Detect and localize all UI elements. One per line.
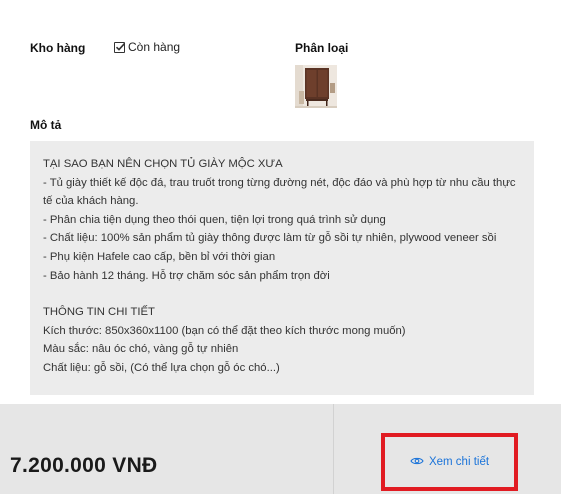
description-line: - Phụ kiện Hafele cao cấp, bền bỉ với th… <box>43 250 276 263</box>
stock-label: Kho hàng <box>30 41 86 55</box>
product-thumbnail[interactable] <box>295 65 337 108</box>
description-line: Chất liệu: gỗ sồi, (Có thể lựa chọn gỗ ó… <box>43 361 280 374</box>
description-line: Kích thước: 850x360x1100 (bạn có thể đặt… <box>43 324 406 337</box>
description-label: Mô tả <box>30 118 62 132</box>
product-price: 7.200.000 VNĐ <box>10 454 158 477</box>
description-line: Màu sắc: nâu óc chó, vàng gỗ tự nhiên <box>43 343 239 356</box>
description-line: TẠI SAO BẠN NÊN CHỌN TỦ GIÀY MỘC XƯA <box>43 158 283 170</box>
view-detail-button[interactable]: Xem chi tiết <box>381 433 518 491</box>
description-line: - Bảo hành 12 tháng. Hỗ trợ chăm sóc sản… <box>43 269 330 282</box>
description-box: TẠI SAO BẠN NÊN CHỌN TỦ GIÀY MỘC XƯA - T… <box>30 141 534 395</box>
eye-icon <box>410 453 424 471</box>
description-line: - Phân chia tiện dụng theo thói quen, ti… <box>43 213 386 226</box>
description-line: THÔNG TIN CHI TIẾT <box>43 306 155 319</box>
checkbox-checked-icon <box>114 41 126 53</box>
stock-status: Còn hàng <box>114 40 180 54</box>
product-footer: 7.200.000 VNĐ Xem chi tiết <box>0 404 561 494</box>
description-line: - Chất liệu: 100% sản phẩm tủ giày thông… <box>43 232 497 245</box>
view-detail-label: Xem chi tiết <box>428 456 490 468</box>
category-label: Phân loại <box>295 41 349 55</box>
price-area: 7.200.000 VNĐ <box>0 404 334 494</box>
stock-status-text: Còn hàng <box>128 40 181 54</box>
description-line: - Tủ giày thiết kế độc đá, trau truốt tr… <box>43 176 516 208</box>
